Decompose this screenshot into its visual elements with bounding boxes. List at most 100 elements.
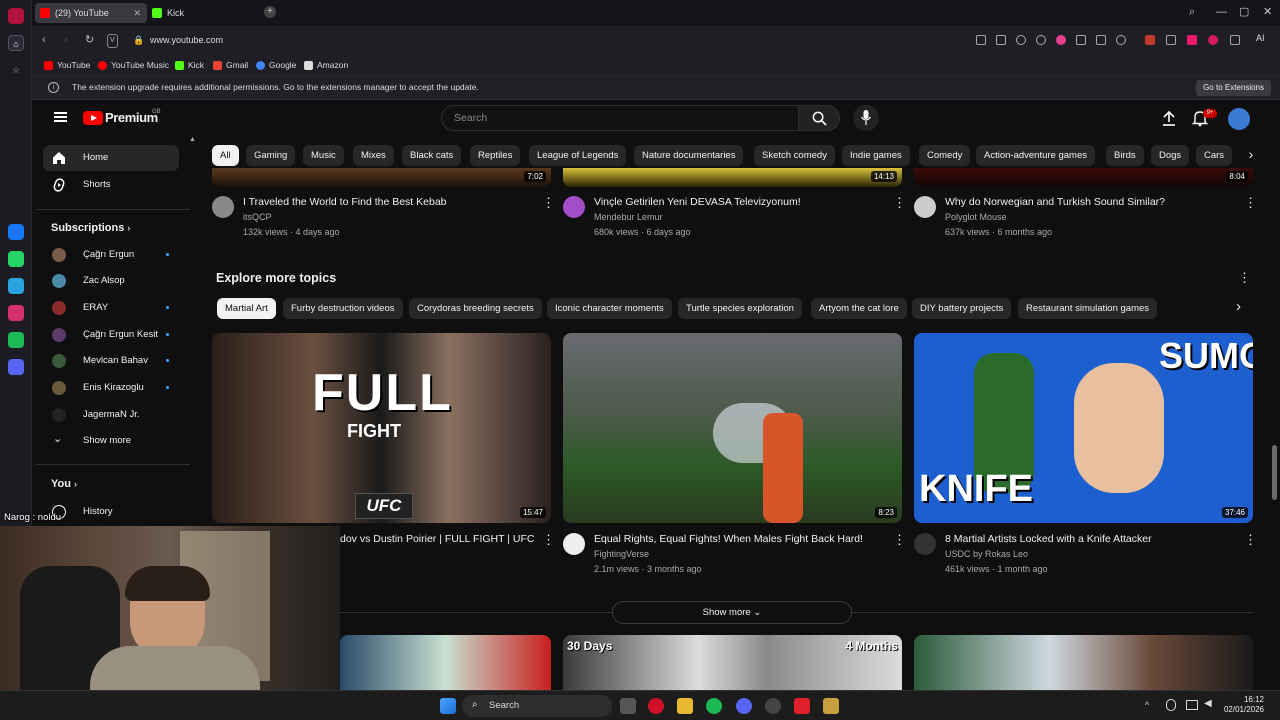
scrollbar-thumb[interactable] <box>1272 445 1277 500</box>
play-icon[interactable] <box>1036 35 1046 45</box>
search-button[interactable] <box>798 105 840 131</box>
more-actions-icon[interactable] <box>893 195 906 211</box>
subscription-item[interactable]: ERAY <box>43 295 179 321</box>
subscription-item[interactable]: Çağrı Ergun Kesit <box>43 322 179 348</box>
channel-name[interactable]: Polyglot Mouse <box>945 212 1007 222</box>
app-red-icon[interactable] <box>794 698 810 714</box>
shield-icon[interactable] <box>1016 35 1026 45</box>
video-thumbnail[interactable]: 7:02 <box>212 168 551 187</box>
ai-button[interactable]: AI <box>1256 33 1265 43</box>
bookmark-amazon[interactable]: Amazon <box>304 59 348 71</box>
camera-icon[interactable] <box>996 35 1006 45</box>
video-title[interactable]: dov vs Dustin Poirier | FULL FIGHT | UFC <box>340 533 535 545</box>
chip[interactable]: Music <box>303 145 344 166</box>
tab-youtube[interactable]: (29) YouTube ✕ <box>35 3 147 23</box>
video-thumbnail[interactable]: 14:13 <box>563 168 902 187</box>
channel-avatar[interactable] <box>914 196 936 218</box>
show-more-subscriptions[interactable]: ⌄ Show more <box>43 428 179 454</box>
avatar[interactable] <box>1228 108 1250 130</box>
go-to-extensions-button[interactable]: Go to Extensions <box>1196 80 1271 96</box>
subscription-item[interactable]: Mevlcan Bahav <box>43 348 179 374</box>
more-actions-icon[interactable] <box>893 532 906 548</box>
volume-icon[interactable]: ◀ <box>1204 698 1212 709</box>
opera-logo-icon[interactable] <box>8 8 24 24</box>
upload-icon[interactable] <box>1160 109 1178 127</box>
reload-icon[interactable]: ↻ <box>85 34 94 46</box>
video-title[interactable]: 8 Martial Artists Locked with a Knife At… <box>945 533 1152 545</box>
chips-next-icon[interactable]: › <box>1240 144 1262 166</box>
taskbar-search[interactable]: ⌕ Search <box>462 695 612 717</box>
chip[interactable]: League of Legends <box>529 145 627 166</box>
video-thumbnail[interactable]: 8:23 <box>563 333 902 523</box>
subscription-item[interactable]: JagermaN Jr. <box>43 402 179 428</box>
chip[interactable]: Dogs <box>1151 145 1190 166</box>
edit-icon[interactable] <box>976 35 986 45</box>
sidebar-item-shorts[interactable]: Shorts <box>43 172 179 198</box>
extensions-icon[interactable] <box>1230 35 1240 45</box>
spotify-icon[interactable] <box>8 332 24 348</box>
topic-chip[interactable]: DIY battery projects <box>912 298 1012 319</box>
download-icon[interactable] <box>1076 35 1086 45</box>
video-thumbnail[interactable]: 30 Days 4 Months <box>563 635 902 690</box>
chip[interactable]: Action-adventure games <box>976 145 1095 166</box>
forward-icon[interactable]: › <box>64 34 68 46</box>
bookmark-youtube[interactable]: YouTube <box>44 59 90 71</box>
chip[interactable]: Nature documentaries <box>634 145 744 166</box>
player-icon[interactable] <box>8 359 24 375</box>
video-title[interactable]: I Traveled the World to Find the Best Ke… <box>243 196 447 208</box>
subscription-item[interactable]: Çağrı Ergun <box>43 242 179 268</box>
file-explorer-icon[interactable] <box>677 698 693 714</box>
search-input[interactable]: Search <box>454 112 487 124</box>
maximize-icon[interactable]: ▢ <box>1239 6 1249 18</box>
profile-icon[interactable] <box>1116 35 1126 45</box>
extension-circle-icon[interactable] <box>1208 35 1218 45</box>
tab-kick[interactable]: Kick <box>147 3 259 23</box>
video-title[interactable]: Equal Rights, Equal Fights! When Males F… <box>594 533 863 545</box>
whatsapp-icon[interactable] <box>8 251 24 267</box>
channel-name[interactable]: USDC by Rokas Leo <box>945 549 1028 559</box>
task-view-icon[interactable] <box>620 698 636 714</box>
back-icon[interactable]: ‹ <box>42 34 46 46</box>
bookmark-youtube-music[interactable]: YouTube Music <box>98 59 169 71</box>
star-icon[interactable]: ☆ <box>8 62 24 78</box>
network-icon[interactable] <box>1186 700 1198 710</box>
video-title[interactable]: Vinçle Getirilen Yeni DEVASA Televizyonu… <box>594 196 801 208</box>
section-more-icon[interactable] <box>1238 270 1251 286</box>
extension-pink-icon[interactable] <box>1187 35 1197 45</box>
chip[interactable]: Indie games <box>842 145 910 166</box>
bookmark-gmail[interactable]: Gmail <box>213 59 248 71</box>
menu-icon[interactable] <box>1096 35 1106 45</box>
more-actions-icon[interactable] <box>542 195 555 211</box>
close-tab-icon[interactable]: ✕ <box>133 3 141 23</box>
more-actions-icon[interactable] <box>542 532 555 548</box>
search-box[interactable]: Search <box>441 105 799 131</box>
extension-red-icon[interactable] <box>1145 35 1155 45</box>
chip[interactable]: Cars <box>1196 145 1233 166</box>
opera-icon[interactable] <box>648 698 664 714</box>
heart-icon[interactable] <box>1056 35 1066 45</box>
topic-chip[interactable]: Iconic character moments <box>547 298 672 319</box>
more-actions-icon[interactable] <box>1244 195 1257 211</box>
topic-chip[interactable]: Corydoras breeding secrets <box>409 298 542 319</box>
close-window-icon[interactable]: ✕ <box>1263 6 1272 18</box>
spotify-icon[interactable] <box>706 698 722 714</box>
chip[interactable]: Birds <box>1106 145 1144 166</box>
microphone-icon[interactable] <box>1166 699 1176 711</box>
discord-icon[interactable] <box>736 698 752 714</box>
bookmark-google[interactable]: Google <box>256 59 296 71</box>
instagram-icon[interactable] <box>8 305 24 321</box>
bookmark-kick[interactable]: Kick <box>175 59 204 71</box>
scroll-up-icon[interactable]: ▲ <box>189 136 196 143</box>
topic-chip[interactable]: Furby destruction videos <box>283 298 403 319</box>
chip[interactable]: Reptiles <box>470 145 521 166</box>
extension-shield-icon[interactable] <box>1166 35 1176 45</box>
telegram-icon[interactable] <box>8 278 24 294</box>
more-actions-icon[interactable] <box>1244 532 1257 548</box>
topic-chip[interactable]: Turtle species exploration <box>678 298 802 319</box>
video-thumbnail[interactable]: SUMO KNIFE 37:46 <box>914 333 1253 523</box>
vpn-badge-icon[interactable]: V <box>107 34 118 48</box>
chip[interactable]: Comedy <box>919 145 971 166</box>
url-text[interactable]: www.youtube.com <box>150 33 223 47</box>
channel-name[interactable]: Mendebur Lemur <box>594 212 663 222</box>
channel-avatar[interactable] <box>914 533 936 555</box>
